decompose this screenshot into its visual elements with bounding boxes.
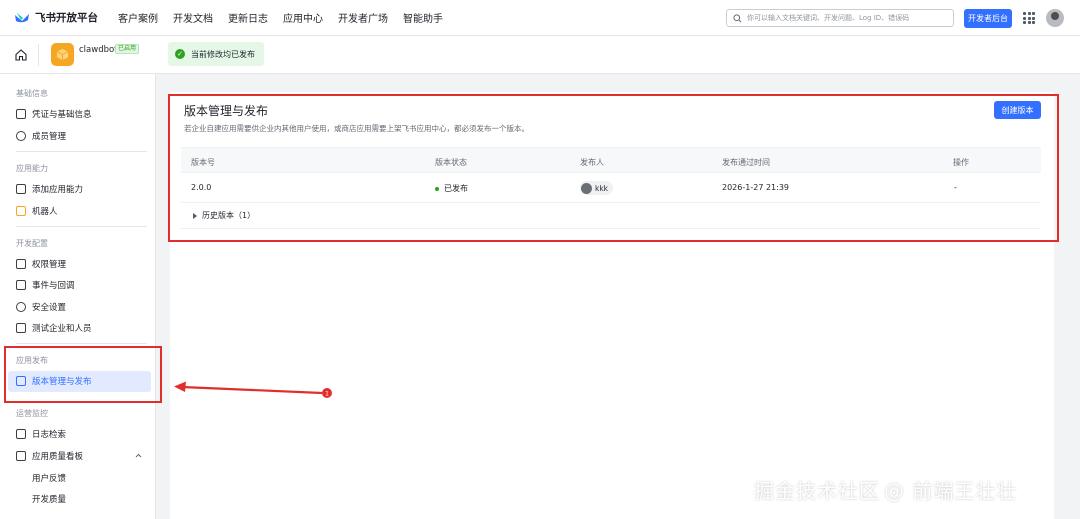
sidebar-item-credentials[interactable]: 凭证与基础信息 xyxy=(16,106,92,122)
sidebar-item-label: 测试企业和人员 xyxy=(32,324,92,334)
main-nav: 客户案例 开发文档 更新日志 应用中心 开发者广场 智能助手 xyxy=(118,10,458,25)
test-icon xyxy=(16,323,26,333)
grid-plus-icon xyxy=(16,184,26,194)
divider xyxy=(16,151,147,152)
sidebar-item-label: 安全设置 xyxy=(32,303,67,313)
sidebar-item-label: 事件与回调 xyxy=(32,281,75,291)
watermark-right: @ 前端王壮壮 xyxy=(884,479,1018,503)
user-icon xyxy=(16,131,26,141)
sidebar-item-label: 日志检索 xyxy=(32,430,67,440)
robot-icon xyxy=(16,206,26,216)
annotation-highlight-content xyxy=(168,94,1059,242)
feishu-logo-icon xyxy=(15,12,29,22)
sidebar-subitem-dev-quality[interactable]: 开发质量 xyxy=(32,491,66,507)
sidebar-group-basic-info: 基础信息 xyxy=(16,89,48,98)
nav-dev-docs[interactable]: 开发文档 xyxy=(173,10,213,25)
sidebar-group-capabilities: 应用能力 xyxy=(16,164,48,173)
publish-status-banner: ✓ 当前修改均已发布 xyxy=(168,42,264,66)
sidebar-item-events[interactable]: 事件与回调 xyxy=(16,277,75,293)
sidebar-item-bot[interactable]: 机器人 xyxy=(16,203,58,219)
app-name: clawdbot xyxy=(79,45,118,55)
event-icon xyxy=(16,280,26,290)
sidebar-item-log-search[interactable]: 日志检索 xyxy=(16,426,66,442)
check-circle-icon: ✓ xyxy=(175,49,185,59)
sidebar-item-quality-board[interactable]: 应用质量看板 xyxy=(16,448,83,464)
watermark-left: 掘金技术社区 xyxy=(754,479,880,503)
brand-name: 飞书开放平台 xyxy=(35,12,98,24)
sidebar-item-add-capability[interactable]: 添加应用能力 xyxy=(16,181,83,197)
publish-status-text: 当前修改均已发布 xyxy=(191,49,255,59)
shield-icon xyxy=(16,302,26,312)
apps-grid-icon[interactable] xyxy=(1023,12,1035,24)
sidebar-item-label: 添加应用能力 xyxy=(32,185,84,195)
status-badge: 已启用 xyxy=(115,44,140,54)
sidebar-item-permissions[interactable]: 权限管理 xyxy=(16,256,66,272)
chevron-up-icon[interactable] xyxy=(135,453,142,458)
nav-assistant[interactable]: 智能助手 xyxy=(403,10,443,25)
watermark: 掘金技术社区 @ 前端王壮壮 xyxy=(754,475,1017,504)
log-icon xyxy=(16,429,26,439)
id-card-icon xyxy=(16,109,26,119)
user-avatar[interactable] xyxy=(1046,9,1064,27)
divider xyxy=(16,343,147,344)
home-icon[interactable] xyxy=(14,48,28,62)
search-placeholder: 你可以输入文档关键词、开发问题、Log ID、错误码 xyxy=(747,14,910,22)
top-navigation-bar: 飞书开放平台 客户案例 开发文档 更新日志 应用中心 开发者广场 智能助手 你可… xyxy=(0,0,1080,36)
annotation-marker-number: 1 xyxy=(325,391,329,398)
brand-logo[interactable]: 飞书开放平台 xyxy=(14,10,114,25)
sidebar-group-dev-config: 开发配置 xyxy=(16,239,48,248)
nav-changelog[interactable]: 更新日志 xyxy=(228,10,268,25)
sidebar-subitem-user-feedback[interactable]: 用户反馈 xyxy=(32,470,66,486)
annotation-arrow: 1 xyxy=(174,381,332,398)
sidebar-item-label: 成员管理 xyxy=(32,132,67,142)
sidebar-group-monitoring: 运营监控 xyxy=(16,409,48,418)
bar-chart-icon xyxy=(16,451,26,461)
app-icon[interactable] xyxy=(51,43,74,66)
nav-dev-plaza[interactable]: 开发者广场 xyxy=(338,10,388,25)
sidebar-item-members[interactable]: 成员管理 xyxy=(16,128,66,144)
divider xyxy=(38,44,39,66)
nav-customer-cases[interactable]: 客户案例 xyxy=(118,10,158,25)
key-icon xyxy=(16,259,26,269)
app-header-bar xyxy=(0,36,1080,74)
developer-console-button[interactable]: 开发者后台 xyxy=(964,9,1012,28)
sidebar-item-label: 权限管理 xyxy=(32,260,67,270)
annotation-highlight-sidebar xyxy=(4,346,162,403)
sidebar-item-label: 机器人 xyxy=(32,207,58,217)
search-icon xyxy=(733,13,742,22)
divider xyxy=(16,226,147,227)
sidebar-item-security[interactable]: 安全设置 xyxy=(16,299,66,315)
nav-app-center[interactable]: 应用中心 xyxy=(283,10,323,25)
sidebar-item-label: 凭证与基础信息 xyxy=(32,110,92,120)
search-input[interactable]: 你可以输入文档关键词、开发问题、Log ID、错误码 xyxy=(726,9,954,27)
sidebar-item-test-tenant[interactable]: 测试企业和人员 xyxy=(16,320,92,336)
sidebar-item-label: 应用质量看板 xyxy=(32,452,84,462)
box-icon xyxy=(56,48,69,61)
